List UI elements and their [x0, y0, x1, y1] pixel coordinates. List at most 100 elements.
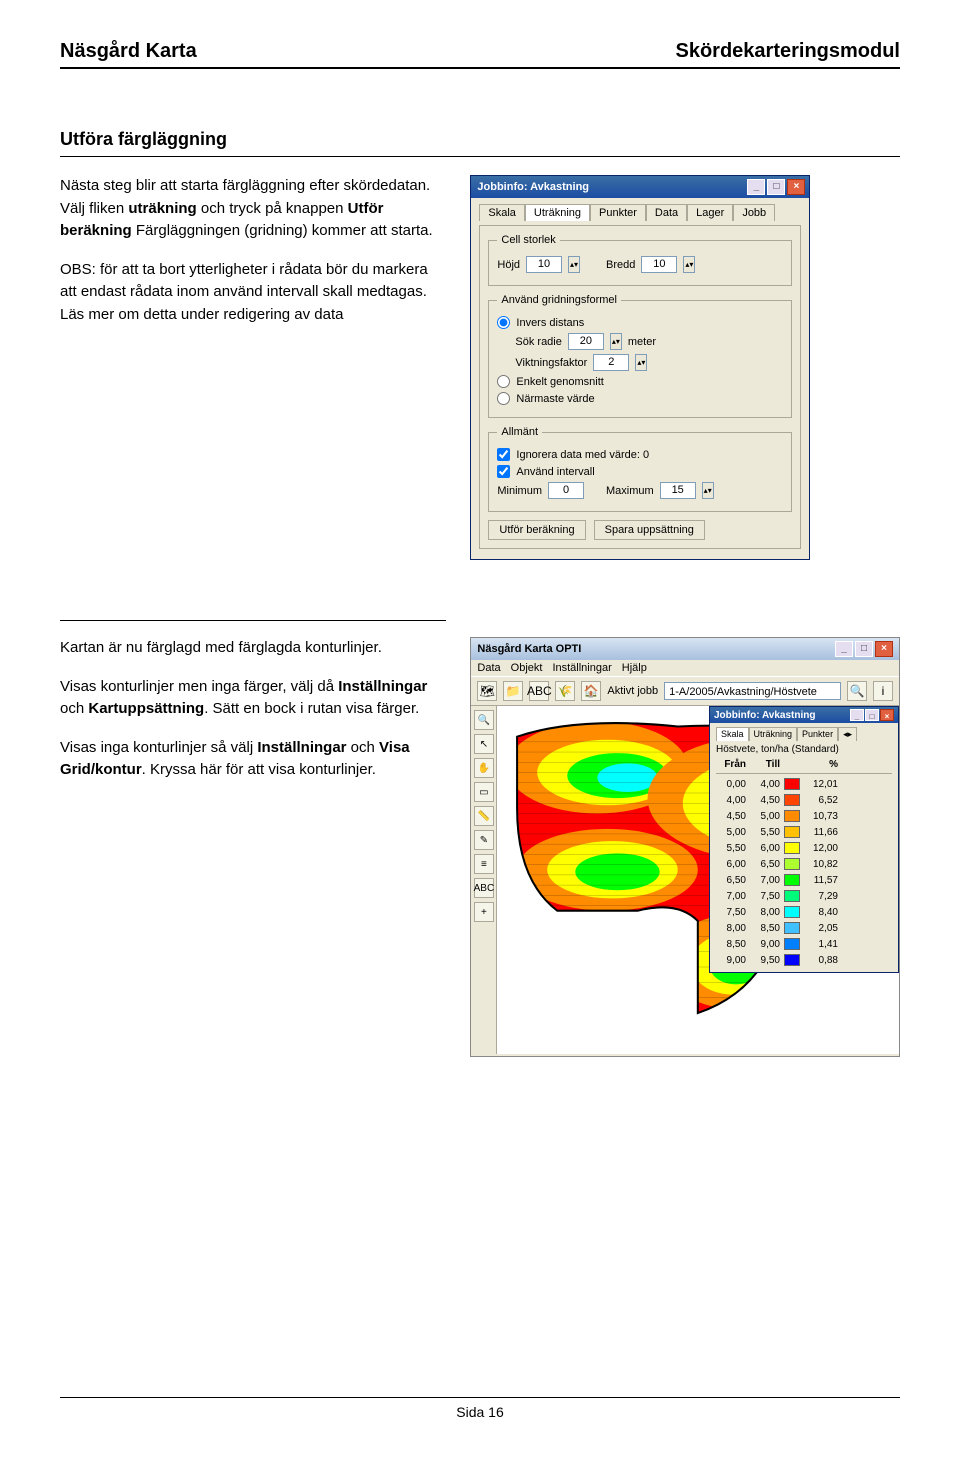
toolbar-info-icon[interactable]: i [873, 681, 893, 701]
page-footer: Sida 16 [60, 1397, 900, 1420]
app-min-icon[interactable]: _ [835, 641, 853, 657]
fld-sokradie[interactable]: 20 [568, 333, 604, 350]
side-toolbar: 🔍 ↖ ✋ ▭ 📏 ✎ ≡ ABC + [471, 706, 497, 1054]
tool-hand-icon[interactable]: ✋ [474, 758, 494, 778]
maximize-button[interactable]: □ [767, 179, 785, 195]
dialog-tabs: Skala Uträkning Punkter Data Lager Jobb [479, 204, 801, 221]
legend-panel: Jobbinfo: Avkastning _ □ × Skala Uträkni… [709, 706, 899, 973]
group-allmant: Allmänt [497, 426, 542, 438]
group-grid: Använd gridningsformel [497, 294, 621, 306]
menu-hjalp[interactable]: Hjälp [622, 662, 647, 674]
toolbar-zoom-icon[interactable]: 🔍 [847, 681, 867, 701]
btn-calc[interactable]: Utför beräkning [488, 520, 585, 540]
toolbar-icon-4[interactable]: 🌾 [555, 681, 575, 701]
menu-objekt[interactable]: Objekt [511, 662, 543, 674]
legend-close-icon[interactable]: × [880, 709, 894, 721]
tab-punkter[interactable]: Punkter [590, 204, 646, 221]
tool-layer-icon[interactable]: ≡ [474, 854, 494, 874]
tab-jobb[interactable]: Jobb [733, 204, 775, 221]
app-max-icon[interactable]: □ [855, 641, 873, 657]
header-left: Näsgård Karta [60, 40, 197, 63]
fld-vikt[interactable]: 2 [593, 354, 629, 371]
fld-bredd[interactable]: 10 [641, 256, 677, 273]
app-window: Näsgård Karta OPTI _ □ × Data Objekt Ins… [470, 637, 900, 1057]
tab-skala[interactable]: Skala [479, 204, 525, 221]
fld-hojd[interactable]: 10 [526, 256, 562, 273]
lbl-min: Minimum [497, 485, 542, 497]
tool-measure-icon[interactable]: 📏 [474, 806, 494, 826]
legend-row: 4,505,0010,73 [716, 808, 892, 824]
spin-vikt[interactable]: ▴▾ [635, 354, 647, 371]
legend-row: 7,007,507,29 [716, 888, 892, 904]
toolbar-icon-3[interactable]: ABC [529, 681, 549, 701]
fld-min[interactable]: 0 [548, 482, 584, 499]
toolbar-icon-1[interactable]: 🗺 [477, 681, 497, 701]
legend-min-icon[interactable]: _ [850, 709, 864, 721]
legend-tab-skala[interactable]: Skala [716, 727, 749, 741]
spin-hojd[interactable]: ▴▾ [568, 256, 580, 273]
lbl-vikt: Viktningsfaktor [515, 357, 587, 369]
chk-ignorera[interactable] [497, 448, 510, 461]
legend-row: 5,506,0012,00 [716, 840, 892, 856]
tool-plus-icon[interactable]: + [474, 902, 494, 922]
section1-paragraph1: Nästa steg blir att starta färgläggning … [60, 175, 446, 243]
tab-lager[interactable]: Lager [687, 204, 733, 221]
dialog-titlebar: Jobbinfo: Avkastning _ □ × [471, 176, 809, 198]
tool-select-icon[interactable]: ▭ [474, 782, 494, 802]
tab-data[interactable]: Data [646, 204, 687, 221]
btn-save[interactable]: Spara uppsättning [594, 520, 705, 540]
radio-narmaste[interactable] [497, 392, 510, 405]
app-menubar: Data Objekt Inställningar Hjälp [471, 660, 899, 676]
legend-row: 4,004,506,52 [716, 792, 892, 808]
tool-pointer-icon[interactable]: ↖ [474, 734, 494, 754]
legend-row: 6,006,5010,82 [716, 856, 892, 872]
radio-enkelt[interactable] [497, 375, 510, 388]
legend-row: 7,508,008,40 [716, 904, 892, 920]
legend-subtitle: Höstvete, ton/ha (Standard) [716, 744, 892, 755]
app-close-icon[interactable]: × [875, 641, 893, 657]
lbl-bredd: Bredd [606, 259, 635, 271]
legend-row: 5,005,5011,66 [716, 824, 892, 840]
active-job-field[interactable]: 1-A/2005/Avkastning/Höstvete [664, 682, 841, 700]
close-button[interactable]: × [787, 179, 805, 195]
active-job-label: Aktivt jobb [607, 685, 658, 697]
section-divider [60, 620, 446, 621]
section2-p1: Kartan är nu färglagd med färglagda kont… [60, 637, 446, 660]
spin-bredd[interactable]: ▴▾ [683, 256, 695, 273]
legend-tab-more[interactable]: ◂▸ [838, 727, 857, 741]
legend-row: 8,509,001,41 [716, 936, 892, 952]
tool-draw-icon[interactable]: ✎ [474, 830, 494, 850]
dialog-title-text: Jobbinfo: Avkastning [477, 181, 589, 193]
tool-abc-icon[interactable]: ABC [474, 878, 494, 898]
legend-title-text: Jobbinfo: Avkastning [714, 710, 815, 721]
toolbar-icon-2[interactable]: 📁 [503, 681, 523, 701]
page-header: Näsgård Karta Skördekarteringsmodul [60, 40, 900, 69]
header-right: Skördekarteringsmodul [675, 40, 900, 63]
section2-p2: Visas konturlinjer men inga färger, välj… [60, 676, 446, 721]
legend-tab-punkter[interactable]: Punkter [797, 727, 838, 741]
spin-sokradie[interactable]: ▴▾ [610, 333, 622, 350]
radio-invers[interactable] [497, 316, 510, 329]
tab-utrakning[interactable]: Uträkning [525, 204, 590, 221]
jobbinfo-dialog: Jobbinfo: Avkastning _ □ × Skala Uträkni… [470, 175, 810, 560]
app-toolbar: 🗺 📁 ABC 🌾 🏠 Aktivt jobb 1-A/2005/Avkastn… [471, 676, 899, 706]
menu-data[interactable]: Data [477, 662, 500, 674]
spin-max[interactable]: ▴▾ [702, 482, 714, 499]
legend-row: 8,008,502,05 [716, 920, 892, 936]
lbl-sokradie: Sök radie [515, 336, 561, 348]
chk-intervall[interactable] [497, 465, 510, 478]
app-titlebar: Näsgård Karta OPTI _ □ × [471, 638, 899, 660]
minimize-button[interactable]: _ [747, 179, 765, 195]
legend-row: 9,009,500,88 [716, 952, 892, 968]
legend-row: 0,004,0012,01 [716, 776, 892, 792]
menu-installningar[interactable]: Inställningar [552, 662, 611, 674]
section1-paragraph2: OBS: för att ta bort ytterligheter i råd… [60, 259, 446, 327]
legend-tab-utrakning[interactable]: Uträkning [749, 727, 798, 741]
section1-title: Utföra färgläggning [60, 129, 900, 157]
legend-max-icon[interactable]: □ [865, 709, 879, 721]
map-canvas[interactable]: Jobbinfo: Avkastning _ □ × Skala Uträkni… [497, 706, 899, 1054]
toolbar-icon-5[interactable]: 🏠 [581, 681, 601, 701]
tool-zoom-icon[interactable]: 🔍 [474, 710, 494, 730]
fld-max[interactable]: 15 [660, 482, 696, 499]
group-cell: Cell storlek [497, 234, 559, 246]
